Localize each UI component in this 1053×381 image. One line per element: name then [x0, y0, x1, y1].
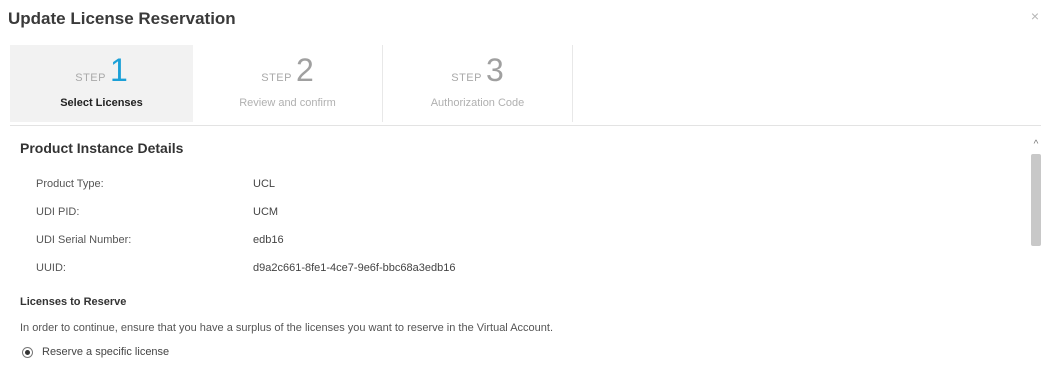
detail-row-udi-serial-number: UDI Serial Number: edb16	[20, 226, 1000, 254]
scroll-up-icon[interactable]: ^	[1029, 138, 1043, 152]
step-number: 1	[109, 52, 128, 88]
detail-label: UDI Serial Number:	[36, 234, 132, 246]
product-instance-details-title: Product Instance Details	[20, 140, 184, 156]
radio-selected-icon[interactable]	[22, 346, 33, 358]
step-word: STEP	[75, 72, 106, 84]
radio-label: Reserve a specific license	[42, 346, 170, 358]
detail-value: UCM	[253, 206, 279, 218]
licenses-to-reserve-heading: Licenses to Reserve	[20, 296, 127, 308]
scroll-thumb[interactable]	[1031, 154, 1041, 246]
step-word: STEP	[451, 72, 482, 84]
detail-row-udi-pid: UDI PID: UCM	[20, 198, 1000, 226]
licenses-help-text: In order to continue, ensure that you ha…	[20, 322, 554, 334]
step-label: Review and confirm	[239, 97, 336, 109]
detail-label: UUID:	[36, 262, 66, 274]
step-label: Select Licenses	[60, 97, 143, 109]
wizard-steps: STEP 1 Select Licenses STEP 2 Review and…	[10, 45, 573, 122]
detail-label: Product Type:	[36, 178, 104, 190]
detail-label: UDI PID:	[36, 206, 80, 218]
detail-row-uuid: UUID: d9a2c661-8fe1-4ce7-9e6f-bbc68a3edb…	[20, 254, 1000, 282]
detail-row-product-type: Product Type: UCL	[20, 170, 1000, 198]
step-word: STEP	[261, 72, 292, 84]
detail-value: d9a2c661-8fe1-4ce7-9e6f-bbc68a3edb16	[253, 262, 456, 274]
close-icon[interactable]: ×	[1031, 8, 1039, 24]
step-number: 3	[485, 52, 504, 88]
dialog-content: Product Instance Details Product Type: U…	[20, 140, 1000, 381]
steps-divider	[10, 125, 1041, 126]
step-1-select-licenses[interactable]: STEP 1 Select Licenses	[10, 45, 193, 122]
update-license-reservation-dialog: Update License Reservation × STEP 1 Sele…	[0, 0, 1053, 381]
content-scrollbar[interactable]: ^	[1029, 138, 1043, 381]
detail-value: edb16	[253, 234, 284, 246]
step-3-authorization-code[interactable]: STEP 3 Authorization Code	[383, 45, 573, 122]
reserve-specific-license-option[interactable]: Reserve a specific license	[20, 346, 1000, 358]
detail-value: UCL	[253, 178, 276, 190]
dialog-title: Update License Reservation	[8, 9, 236, 28]
step-label: Authorization Code	[430, 97, 525, 109]
step-number: 2	[295, 52, 314, 88]
step-2-review-and-confirm[interactable]: STEP 2 Review and confirm	[193, 45, 383, 122]
